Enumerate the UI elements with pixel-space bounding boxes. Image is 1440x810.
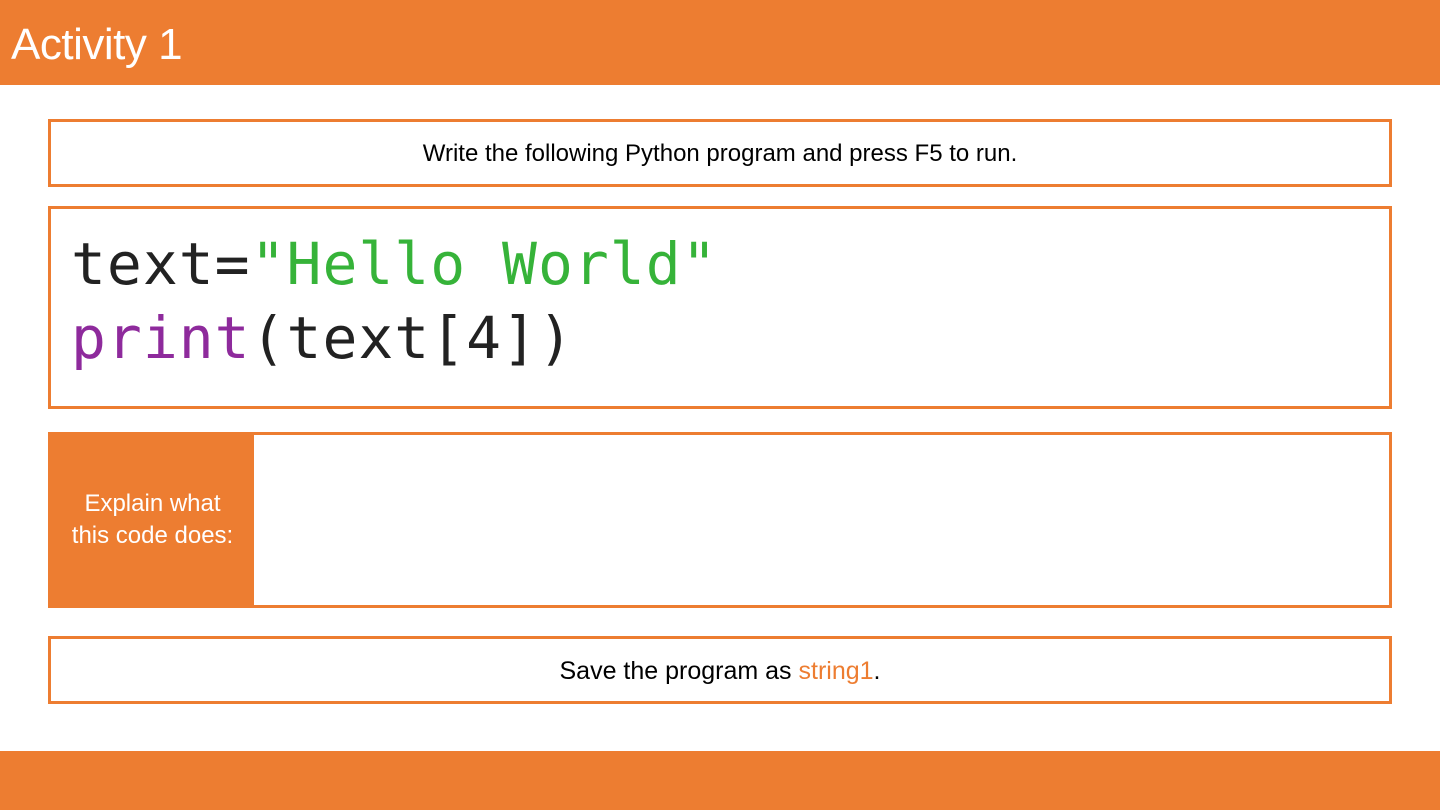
instruction-text: Write the following Python program and p…	[422, 140, 1018, 167]
save-box: Save the program as string1.	[48, 636, 1392, 704]
answer-area[interactable]	[254, 435, 1389, 605]
explain-box: Explain what this code does:	[48, 432, 1392, 608]
header-bar: Activity 1	[0, 0, 1440, 85]
save-instruction: Save the program as string1.	[51, 657, 1389, 685]
page-title: Activity 1	[11, 20, 183, 69]
code-line-2: print(text[4])	[71, 305, 574, 371]
code-line-1: text="Hello World"	[71, 231, 718, 297]
code-box: text="Hello World" print(text[4])	[48, 206, 1392, 409]
explain-label-cell: Explain what this code does:	[51, 435, 254, 605]
save-suffix: .	[873, 657, 881, 685]
code-function: print	[71, 304, 251, 372]
save-prefix: Save the program as	[559, 657, 799, 685]
code-string: "Hello World"	[250, 230, 718, 298]
save-filename: string1	[798, 657, 874, 685]
code-variable: text=	[71, 230, 251, 298]
explain-label: Explain what this code does:	[71, 490, 234, 549]
footer-bar	[0, 751, 1440, 810]
instruction-box: Write the following Python program and p…	[48, 119, 1392, 187]
code-arguments: (text[4])	[250, 304, 574, 372]
